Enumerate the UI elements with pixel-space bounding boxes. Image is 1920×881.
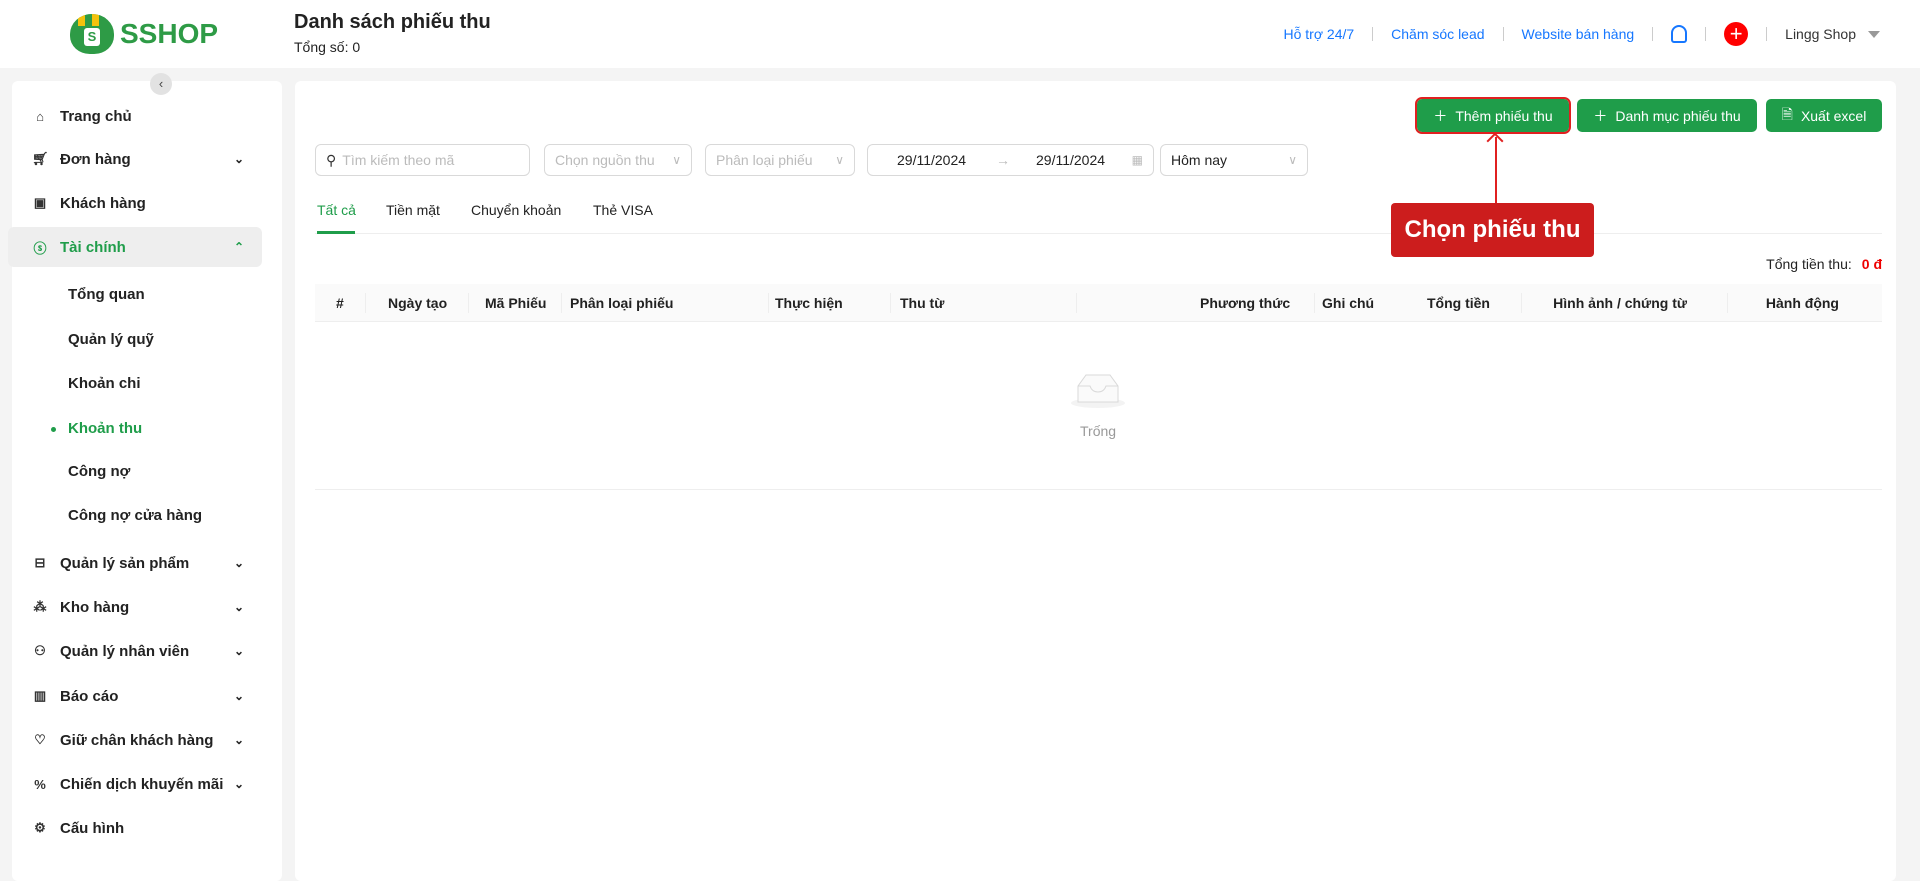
annotation-callout: Chọn phiếu thu — [1391, 203, 1594, 257]
source-select[interactable]: Chọn nguồn thu ∨ — [544, 144, 692, 176]
sidebar-item-settings[interactable]: ⚙ Cấu hình — [8, 808, 262, 848]
table-bottom-divider — [315, 489, 1882, 490]
date-from[interactable]: 29/11/2024 — [897, 152, 966, 168]
logo-icon: S — [70, 14, 114, 54]
empty-inbox-icon — [1071, 374, 1125, 408]
website-link[interactable]: Website bán hàng — [1522, 26, 1635, 42]
col-type: Phân loại phiếu — [570, 295, 674, 311]
total-count: Tổng số: 0 — [294, 39, 361, 55]
col-created-date: Ngày tạo — [388, 295, 448, 311]
col-method: Phương thức — [1200, 295, 1291, 311]
sidebar-sub-overview[interactable]: Tổng quan — [68, 286, 145, 303]
tab-transfer[interactable]: Chuyển khoản — [471, 202, 561, 218]
search-icon: ⚲ — [326, 151, 337, 168]
sidebar-item-warehouse[interactable]: ⁂ Kho hàng ⌄ — [8, 587, 262, 627]
plus-icon: ＋ — [1433, 107, 1448, 124]
receipt-category-button[interactable]: ＋ Danh mục phiếu thu — [1577, 99, 1757, 132]
chevron-down-icon: ∨ — [1288, 153, 1297, 167]
sidebar-item-home[interactable]: ⌂ Trang chủ — [8, 96, 262, 136]
sidebar-item-reports[interactable]: ▥ Báo cáo ⌄ — [8, 676, 262, 716]
sidebar-sub-store-debt[interactable]: Công nợ cửa hàng — [68, 507, 202, 524]
sidebar-item-orders[interactable]: 🛒︎ Đơn hàng ⌄ — [8, 139, 262, 179]
col-attachments: Hình ảnh / chứng từ — [1553, 295, 1687, 311]
col-from: Thu từ — [900, 295, 945, 311]
heart-icon: ♡ — [34, 732, 46, 747]
support-link[interactable]: Hỗ trợ 24/7 — [1284, 26, 1355, 42]
chevron-down-icon: ∨ — [672, 153, 681, 167]
date-to[interactable]: 29/11/2024 — [1036, 152, 1105, 168]
chevron-down-icon: ⌄ — [233, 777, 244, 791]
chevron-down-icon: ⌄ — [233, 733, 244, 747]
search-input[interactable]: ⚲ Tìm kiếm theo mã — [315, 144, 530, 176]
add-receipt-button[interactable]: ＋ Thêm phiếu thu — [1415, 97, 1571, 134]
chevron-down-icon: ⌄ — [233, 152, 244, 166]
chevron-down-icon: ⌄ — [233, 600, 244, 614]
col-actions: Hành động — [1765, 295, 1839, 311]
lead-care-link[interactable]: Chăm sóc lead — [1391, 26, 1484, 42]
sidebar-item-finance[interactable]: ⓢ Tài chính ⌃ — [8, 227, 262, 267]
gear-icon: ⚙ — [34, 820, 46, 835]
date-range-picker[interactable]: 29/11/2024 → 29/11/2024 ▦ — [867, 144, 1154, 176]
bell-icon[interactable] — [1671, 25, 1688, 43]
home-icon: ⌂ — [36, 108, 44, 124]
discount-icon: % — [34, 776, 46, 792]
total-income: Tổng tiền thu: 0 đ — [1766, 256, 1882, 272]
chevron-down-icon: ⌄ — [233, 556, 244, 570]
box-icon: ⊟ — [34, 555, 46, 570]
sidebar-sub-fund[interactable]: Quản lý quỹ — [68, 331, 154, 348]
sidebar-sub-income[interactable]: Khoản thu — [68, 420, 142, 437]
tabs-divider — [315, 233, 1882, 234]
total-income-value: 0 đ — [1861, 256, 1882, 272]
top-links: Hỗ trợ 24/7 Chăm sóc lead Website bán hà… — [1284, 22, 1880, 46]
export-excel-button[interactable]: 🗎︎ Xuất excel — [1766, 99, 1882, 132]
arrow-right-icon: → — [996, 152, 1010, 168]
active-dot — [51, 427, 56, 432]
period-select[interactable]: Hôm nay ∨ — [1160, 144, 1308, 176]
chevron-down-icon: ⌄ — [233, 689, 244, 703]
chart-icon: ▥ — [33, 688, 47, 703]
contact-icon: ▣ — [33, 195, 47, 210]
user-menu[interactable]: Lingg Shop — [1785, 26, 1880, 42]
sidebar-item-customers[interactable]: ▣ Khách hàng — [8, 183, 262, 223]
top-header: S SSHOP Danh sách phiếu thu Tổng số: 0 Hỗ… — [0, 0, 1920, 68]
sidebar-item-promotions[interactable]: % Chiến dịch khuyến mãi ⌄ — [8, 764, 262, 804]
sidebar-sub-expense[interactable]: Khoản chi — [68, 375, 141, 392]
logo[interactable]: S SSHOP — [70, 14, 218, 54]
chevron-down-icon: ∨ — [835, 153, 844, 167]
collapse-sidebar-button[interactable]: ‹ — [150, 73, 172, 95]
plus-icon: ＋ — [1593, 107, 1608, 124]
tab-all[interactable]: Tất cả — [317, 202, 356, 218]
main-panel — [295, 81, 1896, 881]
sidebar-item-retention[interactable]: ♡ Giữ chân khách hàng ⌄ — [8, 720, 262, 760]
col-index: # — [336, 295, 344, 311]
caret-down-icon — [1868, 30, 1880, 38]
sidebar-sub-debt[interactable]: Công nợ — [68, 463, 130, 480]
type-select[interactable]: Phân loại phiếu ∨ — [705, 144, 855, 176]
active-tab-indicator — [317, 231, 355, 234]
col-performed-by: Thực hiện — [775, 295, 843, 311]
excel-file-icon: 🗎︎ — [1781, 105, 1793, 122]
col-note: Ghi chú — [1322, 295, 1375, 311]
col-total: Tổng tiền — [1427, 295, 1490, 311]
calendar-icon: ▦ — [1131, 153, 1143, 167]
warehouse-icon: ⁂ — [33, 599, 47, 614]
dollar-icon: ⓢ — [33, 240, 47, 256]
page-title: Danh sách phiếu thu — [294, 11, 491, 33]
sidebar-item-staff[interactable]: ⚇ Quản lý nhân viên ⌄ — [8, 631, 262, 671]
table-header: # Ngày tạo Mã Phiếu Phân loại phiếu Thực… — [315, 284, 1882, 322]
empty-state-text: Trống — [1080, 423, 1117, 439]
cart-icon: 🛒︎ — [32, 151, 49, 166]
chevron-up-icon: ⌃ — [233, 240, 244, 254]
tab-cash[interactable]: Tiền mặt — [386, 202, 440, 218]
sidebar-item-products[interactable]: ⊟ Quản lý sản phẩm ⌄ — [8, 543, 262, 583]
col-code: Mã Phiếu — [485, 295, 547, 311]
users-icon: ⚇ — [34, 643, 46, 658]
chevron-down-icon: ⌄ — [233, 644, 244, 658]
tab-visa[interactable]: Thẻ VISA — [593, 202, 653, 218]
add-circle-icon[interactable]: + — [1724, 22, 1749, 46]
